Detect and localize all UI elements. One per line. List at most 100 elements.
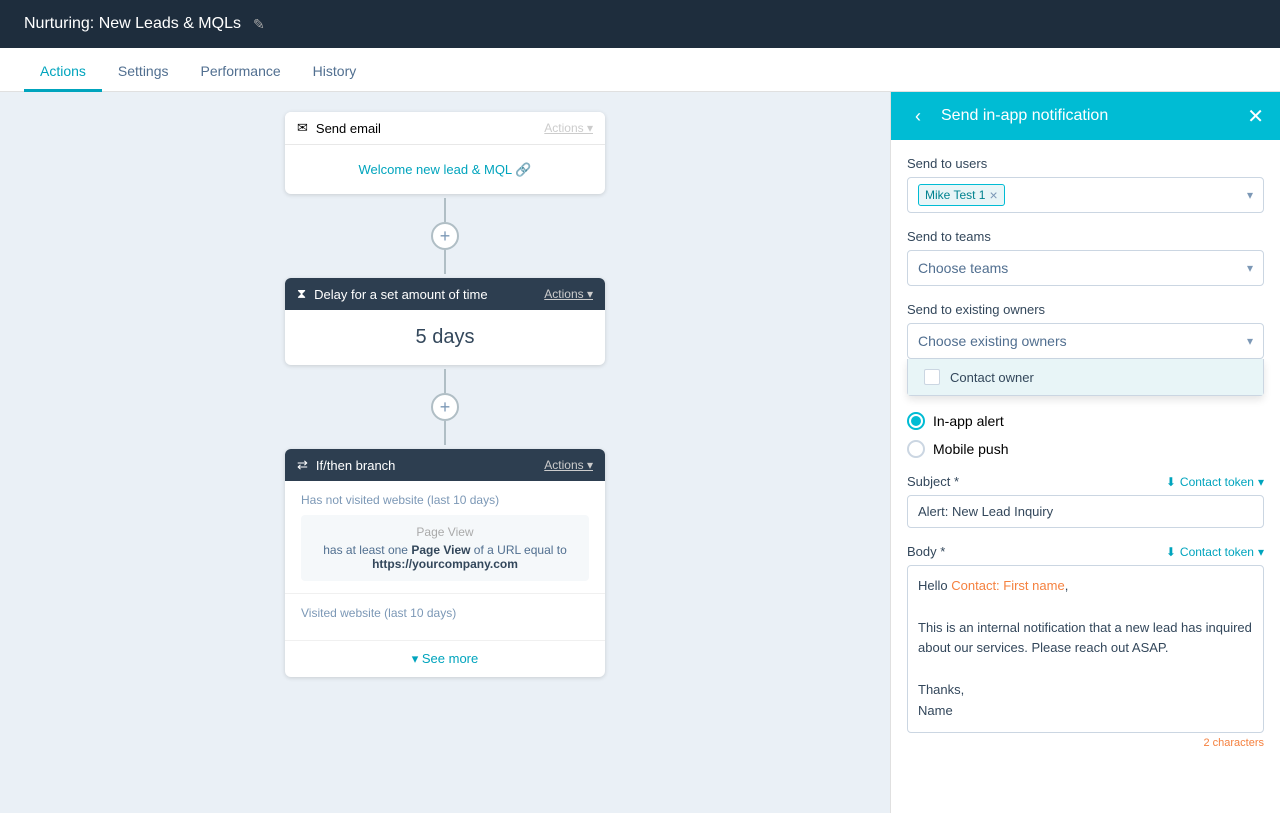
body-label: Body *: [907, 544, 945, 559]
send-email-header: ✉ Send email Actions ▾: [285, 112, 605, 145]
body-contact-token-label: Contact token: [1180, 545, 1254, 559]
body-row: Body * ⬇ Contact token ▾: [907, 544, 1264, 559]
contact-token-icon: ⬇: [1166, 475, 1176, 489]
delay-node: ⧗ Delay for a set amount of time Actions…: [285, 278, 605, 365]
panel-body: Send to users Mike Test 1 × ▾ Send to te…: [891, 140, 1280, 813]
top-bar: Nurturing: New Leads & MQLs ✎: [0, 0, 1280, 48]
mobile-push-label: Mobile push: [933, 441, 1009, 457]
page-view-title: Page View: [311, 525, 579, 539]
tab-settings[interactable]: Settings: [102, 53, 185, 92]
send-to-users-group: Send to users Mike Test 1 × ▾: [907, 156, 1264, 213]
in-app-label: In-app alert: [933, 413, 1004, 429]
subject-input[interactable]: [907, 495, 1264, 528]
user-tag-remove[interactable]: ×: [989, 187, 997, 203]
tab-performance[interactable]: Performance: [185, 53, 297, 92]
body-greeting: Hello: [918, 578, 951, 593]
body-contact-token-icon: ⬇: [1166, 545, 1176, 559]
branch-section-1: Has not visited website (last 10 days) P…: [285, 481, 605, 594]
panel-back-btn[interactable]: ‹: [907, 102, 929, 131]
body-textarea[interactable]: Hello Contact: First name, This is an in…: [907, 565, 1264, 733]
connector-line: [444, 250, 446, 274]
connector-line: [444, 198, 446, 222]
connector-2: +: [431, 369, 459, 445]
subject-label: Subject *: [907, 474, 959, 489]
users-dropdown-arrow: ▾: [1247, 188, 1253, 202]
delay-header: ⧗ Delay for a set amount of time Actions…: [285, 278, 605, 310]
send-to-teams-placeholder: Choose teams: [918, 260, 1008, 276]
delay-label: Delay for a set amount of time: [314, 287, 487, 302]
in-app-radio[interactable]: In-app alert: [907, 412, 1264, 430]
body-sign: Thanks,Name: [918, 682, 964, 718]
send-to-owners-group: Send to existing owners Choose existing …: [907, 302, 1264, 396]
add-node-btn-2[interactable]: +: [431, 393, 459, 421]
in-app-radio-inner: [911, 416, 921, 426]
delay-duration: 5 days: [416, 326, 475, 348]
send-email-node: ✉ Send email Actions ▾ Welcome new lead …: [285, 112, 605, 194]
subject-group: Subject * ⬇ Contact token ▾: [907, 474, 1264, 528]
see-more-btn[interactable]: ▾ See more: [285, 641, 605, 677]
branch-label: If/then branch: [316, 458, 396, 473]
tab-actions[interactable]: Actions: [24, 53, 102, 92]
send-email-body: Welcome new lead & MQL 🔗: [285, 145, 605, 194]
body-line2: This is an internal notification that a …: [918, 620, 1252, 656]
branch-2-label: Visited website (last 10 days): [301, 606, 589, 620]
panel-title: Send in-app notification: [941, 107, 1108, 125]
branch-node: ⇄ If/then branch Actions ▾ Has not visit…: [285, 449, 605, 677]
owners-dropdown-arrow: ▾: [1247, 334, 1253, 348]
panel-close-btn[interactable]: ✕: [1247, 104, 1264, 129]
contact-owner-label: Contact owner: [950, 370, 1034, 385]
char-count: 2 characters: [907, 737, 1264, 749]
envelope-icon: ✉: [297, 120, 308, 136]
send-to-teams-label: Send to teams: [907, 229, 1264, 244]
delay-body: 5 days: [285, 310, 605, 365]
send-to-teams-select[interactable]: Choose teams ▾: [907, 250, 1264, 286]
delay-icon: ⧗: [297, 286, 306, 302]
user-tag: Mike Test 1 ×: [918, 184, 1005, 206]
body-firstname: Contact: First name: [951, 578, 1064, 593]
edit-title-icon[interactable]: ✎: [253, 16, 265, 33]
panel-header: ‹ Send in-app notification ✕: [891, 92, 1280, 140]
tab-history[interactable]: History: [297, 53, 373, 92]
branch-1-content: Page View has at least one Page View of …: [301, 515, 589, 581]
send-to-owners-placeholder: Choose existing owners: [918, 333, 1067, 349]
branch-section-2: Visited website (last 10 days): [285, 594, 605, 641]
send-to-users-label: Send to users: [907, 156, 1264, 171]
mobile-push-radio[interactable]: Mobile push: [907, 440, 1264, 458]
main-layout: ✉ Send email Actions ▾ Welcome new lead …: [0, 92, 1280, 813]
send-email-label: Send email: [316, 121, 381, 136]
body-group: Body * ⬇ Contact token ▾ Hello Contact: …: [907, 544, 1264, 749]
email-template-link[interactable]: Welcome new lead & MQL 🔗: [359, 162, 532, 177]
workflow-nodes: ✉ Send email Actions ▾ Welcome new lead …: [265, 112, 625, 677]
contact-owner-checkbox[interactable]: [924, 369, 940, 385]
notification-type-group: In-app alert Mobile push: [907, 412, 1264, 458]
tab-bar: Actions Settings Performance History: [0, 48, 1280, 92]
branch-icon: ⇄: [297, 457, 308, 473]
subject-contact-token-btn[interactable]: ⬇ Contact token ▾: [1166, 475, 1264, 489]
user-tag-label: Mike Test 1: [925, 188, 985, 202]
page-title: Nurturing: New Leads & MQLs: [24, 15, 241, 33]
branch-header: ⇄ If/then branch Actions ▾: [285, 449, 605, 481]
add-node-btn-1[interactable]: +: [431, 222, 459, 250]
branch-actions-btn[interactable]: Actions ▾: [544, 458, 593, 472]
contact-owner-option[interactable]: Contact owner: [908, 359, 1263, 395]
send-to-teams-group: Send to teams Choose teams ▾: [907, 229, 1264, 286]
branch-1-body: has at least one Page View of a URL equa…: [311, 543, 579, 571]
send-email-actions-btn[interactable]: Actions ▾: [544, 121, 593, 135]
owners-dropdown-menu: Contact owner: [907, 359, 1264, 396]
subject-contact-token-label: Contact token: [1180, 475, 1254, 489]
workflow-canvas: ✉ Send email Actions ▾ Welcome new lead …: [0, 92, 890, 813]
in-app-radio-outer: [907, 412, 925, 430]
mobile-push-radio-outer: [907, 440, 925, 458]
send-to-users-select[interactable]: Mike Test 1 × ▾: [907, 177, 1264, 213]
body-contact-token-btn[interactable]: ⬇ Contact token ▾: [1166, 545, 1264, 559]
delay-actions-btn[interactable]: Actions ▾: [544, 287, 593, 301]
branch-1-label: Has not visited website (last 10 days): [301, 493, 589, 507]
right-panel: ‹ Send in-app notification ✕ Send to use…: [890, 92, 1280, 813]
send-to-owners-select[interactable]: Choose existing owners ▾: [907, 323, 1264, 359]
send-to-owners-label: Send to existing owners: [907, 302, 1264, 317]
connector-1: +: [431, 198, 459, 274]
subject-row: Subject * ⬇ Contact token ▾: [907, 474, 1264, 489]
connector-line: [444, 369, 446, 393]
connector-line: [444, 421, 446, 445]
teams-dropdown-arrow: ▾: [1247, 261, 1253, 275]
